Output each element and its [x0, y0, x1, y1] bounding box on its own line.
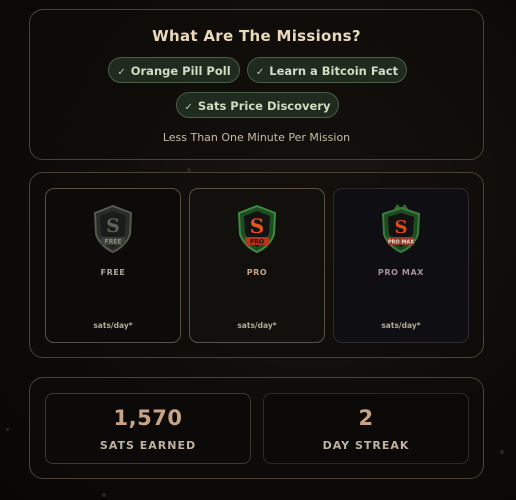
pro-shield-icon: S PRO [237, 204, 277, 254]
free-shield-icon: S FREE [93, 204, 133, 254]
pro-max-shield-icon: S PRO MAX [381, 204, 421, 254]
day-streak-card: 2 DAY STREAK [263, 393, 469, 464]
svg-text:S: S [106, 215, 120, 237]
mission-pill-orange-pill-poll[interactable]: ✓ Orange Pill Poll [108, 57, 240, 83]
tier-name: PRO MAX [377, 268, 425, 277]
tier-card-pro-max[interactable]: S PRO MAX PRO MAX sats/day* [333, 188, 469, 343]
check-icon: ✓ [184, 102, 193, 113]
tier-rate-label: sats/day* [381, 321, 421, 330]
missions-subtitle: Less Than One Minute Per Mission [162, 131, 351, 144]
tier-card-pro[interactable]: S PRO PRO sats/day* [189, 188, 325, 343]
background-dot [187, 168, 191, 172]
svg-text:PRO MAX: PRO MAX [388, 239, 414, 245]
sats-earned-label: SATS EARNED [99, 439, 197, 452]
missions-title: What Are The Missions? [152, 27, 361, 45]
tier-name: PRO [246, 268, 268, 277]
day-streak-value: 2 [358, 406, 374, 430]
mission-pill-sats-price[interactable]: ✓ Sats Price Discovery [176, 92, 339, 118]
tier-rate-label: sats/day* [237, 321, 277, 330]
mission-label: Orange Pill Poll [130, 64, 231, 78]
mission-label: Sats Price Discovery [197, 99, 331, 113]
sats-earned-value: 1,570 [113, 406, 183, 430]
missions-panel: What Are The Missions? ✓ Orange Pill Poll… [29, 9, 484, 160]
day-streak-label: DAY STREAK [322, 439, 410, 452]
mission-pill-bitcoin-fact[interactable]: ✓ Learn a Bitcoin Fact [247, 57, 407, 83]
svg-text:PRO: PRO [250, 239, 264, 246]
sats-earned-card: 1,570 SATS EARNED [45, 393, 251, 464]
check-icon: ✓ [255, 67, 265, 78]
mission-label: Learn a Bitcoin Fact [269, 64, 399, 78]
svg-text:S: S [250, 214, 264, 238]
background-dot [102, 493, 106, 497]
check-icon: ✓ [117, 67, 126, 78]
svg-text:FREE: FREE [105, 239, 122, 246]
tiers-panel: S FREE FREE sats/day* S PRO PRO sats/day… [29, 172, 484, 358]
tier-rate-label: sats/day* [93, 321, 133, 330]
background-dot [6, 428, 9, 431]
tier-name: FREE [100, 268, 126, 277]
tier-card-free[interactable]: S FREE FREE sats/day* [45, 188, 181, 343]
svg-text:S: S [395, 217, 408, 238]
stats-panel: 1,570 SATS EARNED 2 DAY STREAK [29, 377, 484, 479]
background-dot [500, 450, 504, 454]
